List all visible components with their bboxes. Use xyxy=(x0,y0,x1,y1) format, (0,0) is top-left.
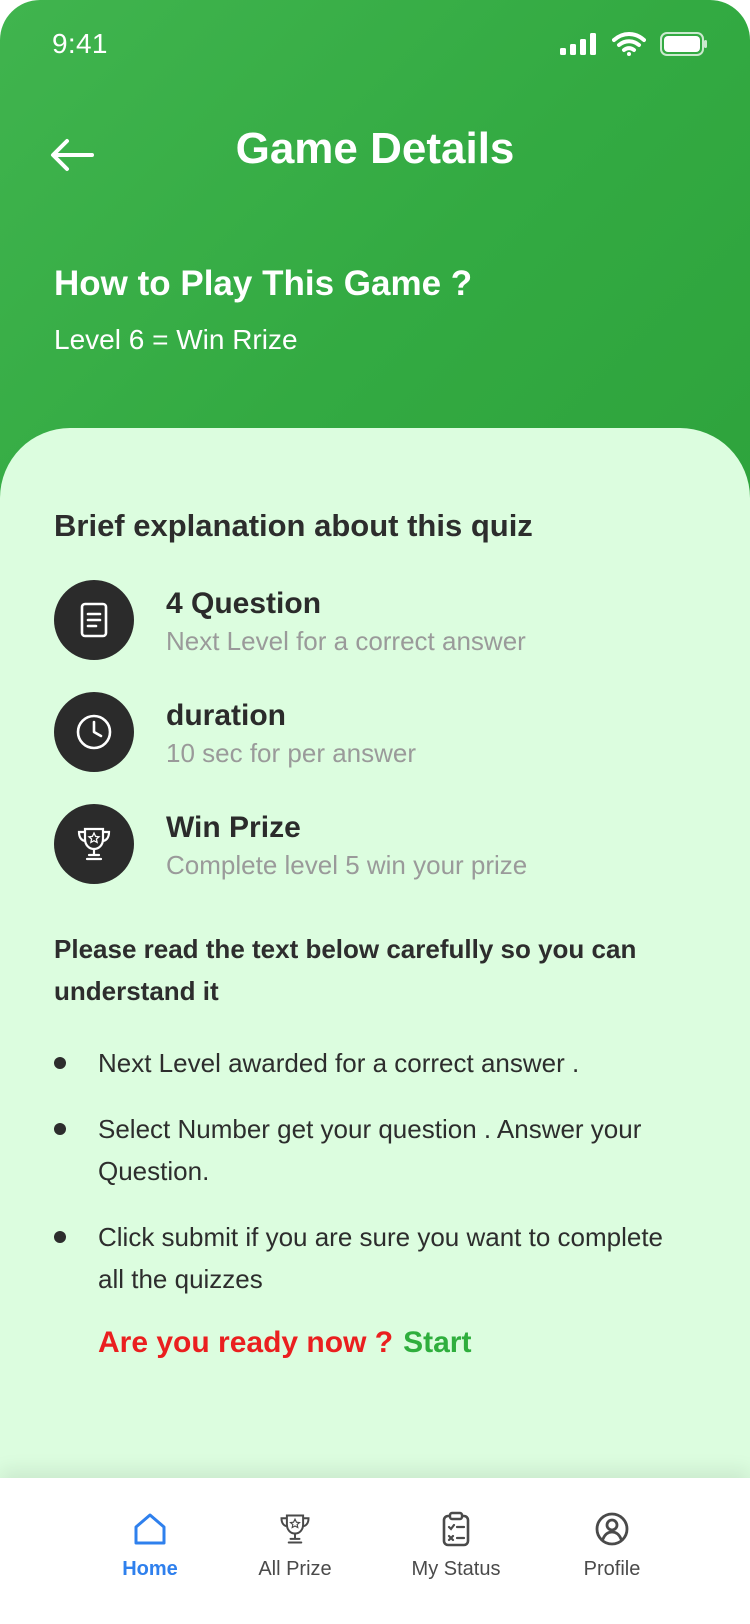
feature-icon-circle xyxy=(54,804,134,884)
user-circle-icon xyxy=(595,1512,629,1546)
start-link[interactable]: Start xyxy=(403,1326,471,1359)
game-details-screen: 9:41 Game Details How to Play This Game … xyxy=(0,0,750,1624)
tab-my-status[interactable]: My Status xyxy=(386,1508,526,1598)
rules-list: Next Level awarded for a correct answer … xyxy=(54,1042,694,1324)
tab-label: My Status xyxy=(411,1558,501,1580)
status-bar: 9:41 xyxy=(0,0,750,92)
tab-all-prize[interactable]: All Prize xyxy=(225,1508,365,1598)
hero-title: How to Play This Game ? xyxy=(54,264,473,303)
feature-title: duration xyxy=(166,699,286,732)
feature-icon-circle xyxy=(54,692,134,772)
tab-profile[interactable]: Profile xyxy=(542,1508,682,1598)
home-icon xyxy=(134,1513,166,1545)
feature-win-prize: Win Prize Complete level 5 win your priz… xyxy=(54,804,704,884)
tab-label: Home xyxy=(122,1558,178,1580)
rule-item: Select Number get your question . Answer… xyxy=(54,1108,694,1192)
bottom-navigation: Home All Prize My Status Profile xyxy=(0,1478,750,1624)
rules-intro: Please read the text below carefully so … xyxy=(54,934,637,1006)
document-icon xyxy=(80,602,108,638)
feature-description: Complete level 5 win your prize xyxy=(166,850,528,880)
wifi-icon xyxy=(612,32,646,56)
rule-text: Click submit if you are sure you want to… xyxy=(98,1222,664,1294)
rule-text: Select Number get your question . Answer… xyxy=(98,1114,642,1186)
feature-description: Next Level for a correct answer xyxy=(166,626,526,656)
battery-icon xyxy=(660,32,707,56)
page-title: Game Details xyxy=(235,124,515,173)
bullet-icon xyxy=(54,1123,66,1135)
header-nav: Game Details xyxy=(0,120,750,190)
clock-icon xyxy=(76,714,112,750)
rule-item: Click submit if you are sure you want to… xyxy=(54,1216,694,1300)
feature-title: Win Prize xyxy=(166,811,301,844)
status-icons xyxy=(560,32,708,56)
bullet-icon xyxy=(54,1231,66,1243)
feature-title: 4 Question xyxy=(166,587,322,620)
feature-duration: duration 10 sec for per answer xyxy=(54,692,704,772)
hero-subtitle: Level 6 = Win Rrize xyxy=(54,324,298,355)
feature-icon-circle xyxy=(54,580,134,660)
trophy-icon xyxy=(77,827,111,861)
ready-prompt: Are you ready now ? Start xyxy=(98,1326,471,1360)
clipboard-icon xyxy=(442,1511,470,1547)
tab-home[interactable]: Home xyxy=(80,1508,220,1598)
rule-text: Next Level awarded for a correct answer … xyxy=(98,1048,580,1078)
tab-label: All Prize xyxy=(258,1558,332,1580)
feature-question-count: 4 Question Next Level for a correct answ… xyxy=(54,580,704,660)
quiz-info-card: Brief explanation about this quiz 4 Ques… xyxy=(0,428,750,1478)
status-time: 9:41 xyxy=(52,28,108,59)
section-title: Brief explanation about this quiz xyxy=(54,508,533,543)
tab-label: Profile xyxy=(583,1558,641,1580)
bullet-icon xyxy=(54,1057,66,1069)
trophy-icon xyxy=(280,1514,310,1544)
ready-question: Are you ready now ? xyxy=(98,1326,394,1359)
rule-item: Next Level awarded for a correct answer … xyxy=(54,1042,694,1084)
feature-description: 10 sec for per answer xyxy=(166,738,417,768)
signal-icon xyxy=(560,33,596,55)
